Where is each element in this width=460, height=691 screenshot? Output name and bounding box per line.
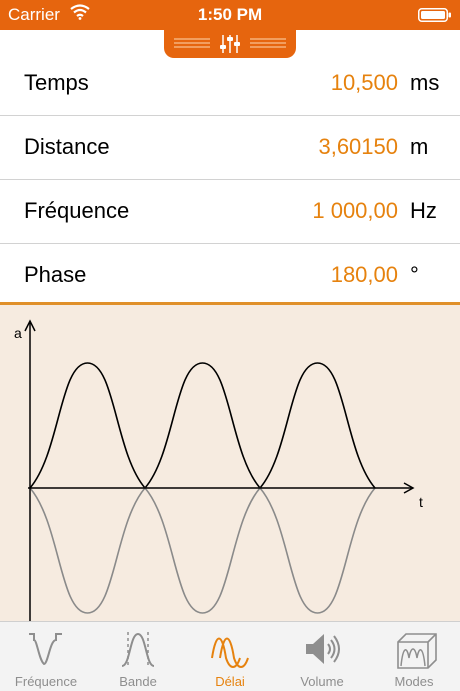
tab-bar: Fréquence Bande Délai Volume Modes	[0, 621, 460, 691]
parameter-unit: Hz	[410, 198, 437, 223]
parameter-row-distance[interactable]: Distance 3,60150 m	[0, 116, 460, 180]
parameter-unit: m	[410, 134, 429, 159]
tab-modes[interactable]: Modes	[368, 622, 460, 691]
tab-delai[interactable]: Délai	[184, 622, 276, 691]
status-bar: Carrier 1:50 PM	[0, 0, 460, 30]
tab-label: Modes	[394, 674, 434, 689]
tab-label: Fréquence	[14, 674, 78, 689]
parameter-row-phase[interactable]: Phase 180,00 °	[0, 244, 460, 307]
volume-icon	[306, 634, 340, 664]
parameter-list: Temps 10,500 ms Distance 3,60150 m Fréqu…	[0, 52, 460, 307]
tab-volume[interactable]: Volume	[276, 622, 368, 691]
parameter-value[interactable]: 10,500	[331, 70, 398, 96]
modes-icon	[397, 633, 437, 669]
parameter-row-temps[interactable]: Temps 10,500 ms	[0, 52, 460, 116]
parameter-unit: ms	[410, 70, 440, 95]
battery-icon	[418, 8, 452, 27]
parameter-label: Phase	[24, 262, 87, 287]
parameter-value[interactable]: 180,00	[331, 262, 398, 288]
frequency-icon	[29, 633, 62, 666]
tab-bande[interactable]: Bande	[92, 622, 184, 691]
parameter-label: Distance	[24, 134, 110, 159]
tab-label: Volume	[300, 674, 344, 689]
delay-icon	[211, 637, 249, 668]
delayed-wave	[29, 486, 376, 614]
x-axis-label: t	[419, 494, 423, 510]
parameter-row-frequence[interactable]: Fréquence 1 000,00 Hz	[0, 180, 460, 244]
parameter-value[interactable]: 1 000,00	[312, 198, 398, 224]
parameter-label: Fréquence	[24, 198, 130, 223]
parameter-value[interactable]: 3,60150	[318, 134, 398, 160]
band-icon	[121, 632, 155, 668]
reference-wave	[29, 362, 376, 490]
parameter-unit: °	[410, 262, 419, 287]
y-axis-label: a	[14, 325, 22, 341]
tab-label: Délai	[215, 674, 245, 689]
clock: 1:50 PM	[197, 5, 263, 24]
tab-frequence[interactable]: Fréquence	[0, 622, 92, 691]
parameter-label: Temps	[24, 70, 89, 95]
tab-label: Bande	[119, 674, 157, 689]
waveform-graph: a t	[0, 302, 460, 625]
